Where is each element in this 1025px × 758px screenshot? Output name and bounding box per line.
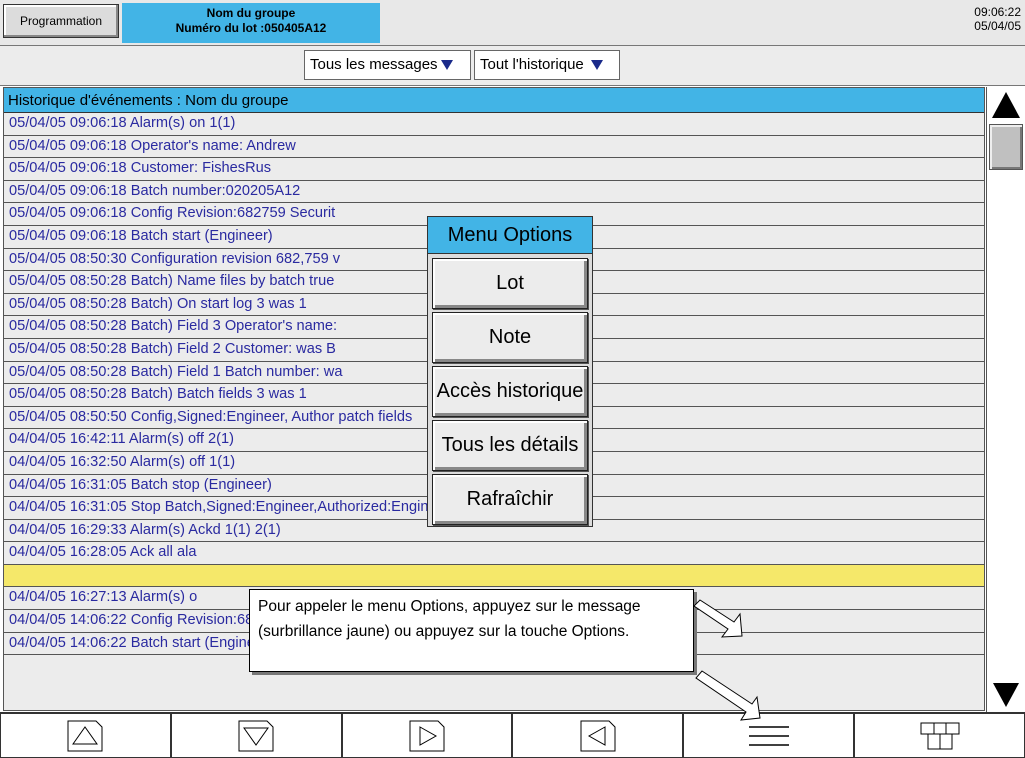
triangle-down-icon xyxy=(993,683,1019,707)
filter-bar: Tous les messages Tout l'historique xyxy=(0,46,1025,86)
layout-button[interactable] xyxy=(854,713,1025,758)
event-row[interactable]: 04/04/05 16:28:05 Ack all ala xyxy=(4,542,984,565)
scrollbar[interactable] xyxy=(986,87,1024,712)
options-lines-icon xyxy=(748,725,789,746)
history-filter-dropdown[interactable]: Tout l'historique xyxy=(474,50,620,80)
previous-button[interactable] xyxy=(512,713,684,758)
chevron-down-icon xyxy=(440,60,453,70)
messages-filter-label: Tous les messages xyxy=(310,56,438,73)
menu-history-access-button[interactable]: Accès historique xyxy=(432,366,588,417)
group-name: Nom du groupe xyxy=(206,6,296,20)
scroll-thumb[interactable] xyxy=(989,124,1023,170)
programming-button[interactable]: Programmation xyxy=(3,4,119,38)
history-filter-label: Tout l'historique xyxy=(480,56,584,73)
group-info: Nom du groupe Numéro du lot :050405A12 xyxy=(122,3,380,43)
clock-date: 05/04/05 xyxy=(974,19,1021,33)
chevron-down-icon xyxy=(590,60,603,70)
clock-time: 09:06:22 xyxy=(974,5,1021,19)
next-button[interactable] xyxy=(341,713,513,758)
event-row[interactable]: 05/04/05 09:06:18 Alarm(s) on 1(1) xyxy=(4,113,984,136)
menu-refresh-button[interactable]: Rafraîchir xyxy=(432,474,588,525)
options-button[interactable] xyxy=(683,713,855,758)
left-arrow-icon xyxy=(580,720,616,751)
options-menu: Menu Options Lot Note Accès historique T… xyxy=(427,216,593,527)
event-history-title: Historique d'événements : Nom du groupe xyxy=(4,88,984,113)
help-tooltip: Pour appeler le menu Options, appuyez su… xyxy=(249,589,694,672)
batch-number: Numéro du lot :050405A12 xyxy=(175,21,327,35)
down-arrow-icon xyxy=(238,720,274,751)
menu-all-details-button[interactable]: Tous les détails xyxy=(432,420,588,471)
clock: 09:06:22 05/04/05 xyxy=(974,5,1021,33)
menu-note-button[interactable]: Note xyxy=(432,312,588,363)
options-menu-title: Menu Options xyxy=(428,217,592,254)
right-arrow-icon xyxy=(409,720,445,751)
triangle-up-icon xyxy=(992,92,1020,118)
event-row-highlighted[interactable] xyxy=(4,564,984,588)
menu-batch-button[interactable]: Lot xyxy=(432,258,588,309)
page-down-button[interactable] xyxy=(170,713,342,758)
up-arrow-icon xyxy=(67,720,103,751)
messages-filter-dropdown[interactable]: Tous les messages xyxy=(304,50,471,80)
page-up-button[interactable] xyxy=(0,713,171,758)
grid-icon xyxy=(920,722,960,749)
scroll-up-button[interactable] xyxy=(989,89,1023,121)
event-row[interactable]: 05/04/05 09:06:18 Customer: FishesRus xyxy=(4,158,984,181)
event-row[interactable]: 05/04/05 09:06:18 Batch number:020205A12 xyxy=(4,180,984,204)
bottom-toolbar xyxy=(0,712,1025,758)
header-bar: Programmation Nom du groupe Numéro du lo… xyxy=(0,0,1025,46)
event-row[interactable]: 05/04/05 09:06:18 Operator's name: Andre… xyxy=(4,135,984,159)
scroll-down-button[interactable] xyxy=(989,680,1023,710)
